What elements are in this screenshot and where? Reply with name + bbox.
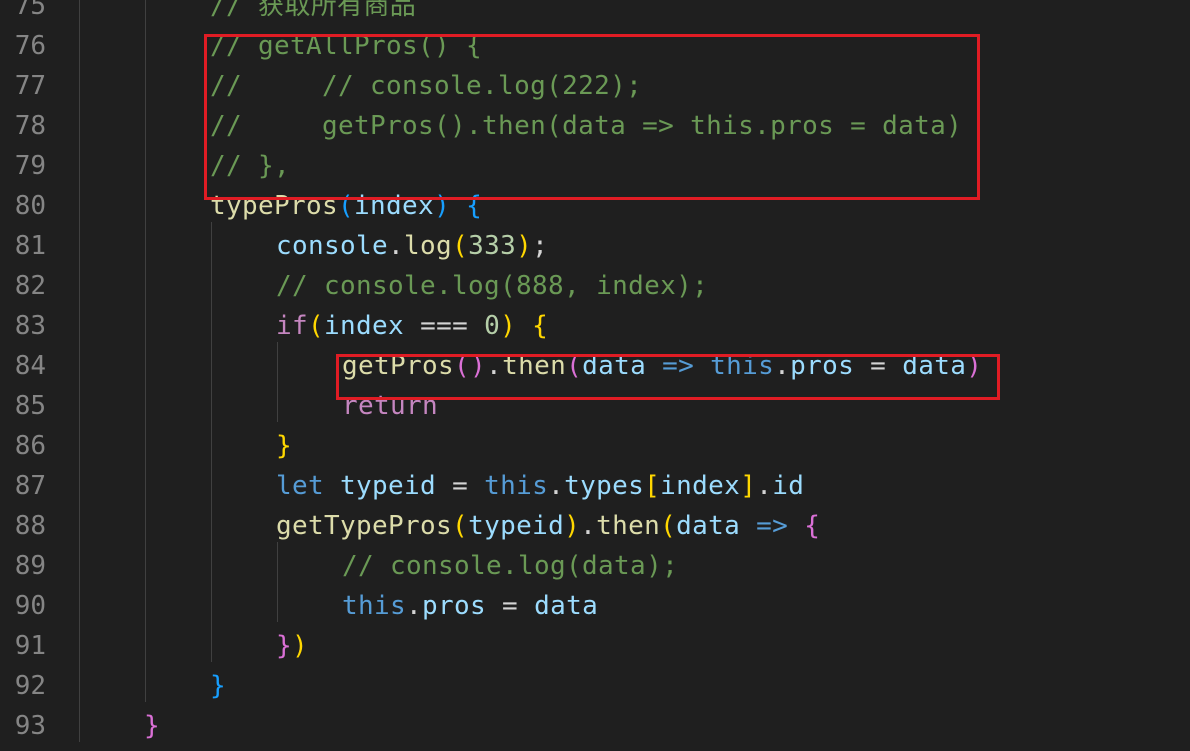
token-op: = [486,591,535,621]
line-number[interactable]: 80 [0,186,46,226]
token-func: then [596,511,661,541]
token-op: = [436,471,485,501]
line-number[interactable]: 81 [0,226,46,266]
line-number[interactable]: 76 [0,26,46,66]
token-var: index [324,311,405,341]
line-number[interactable]: 90 [0,586,46,626]
token-func: log [404,231,453,261]
token-punct: . [406,591,423,621]
token-b1: ) [516,231,533,261]
token-b1: { [532,311,549,341]
line-code[interactable]: // console.log(data); [342,546,678,586]
token-b1: ) [564,511,581,541]
token-func: getTypePros [276,511,453,541]
code-line-82[interactable]: 82 // console.log(888, index); [0,266,1190,306]
code-editor[interactable]: 75// 获取所有商品 76// getAllPros() {77// // co… [0,0,1190,751]
token-comment: // console.log(data); [342,551,679,581]
token-var: data [534,591,599,621]
token-b1: ( [660,511,677,541]
token-b2: } [276,631,293,661]
code-line-86[interactable]: 86} [0,426,1190,466]
line-code[interactable]: } [276,426,292,466]
highlight-box-2 [336,354,1000,400]
line-number[interactable]: 83 [0,306,46,346]
highlight-box-1 [204,34,980,200]
line-number[interactable]: 78 [0,106,46,146]
line-code[interactable]: let typeid = this.types[index].id [276,466,804,506]
token-b1: ) [292,631,309,661]
token-this: this [342,591,407,621]
line-number[interactable]: 75 [0,0,46,26]
code-line-90[interactable]: 90 this.pros = data [0,586,1190,626]
line-code[interactable]: } [210,666,226,706]
code-line-81[interactable]: 81 console.log(333); [0,226,1190,266]
token-var: index [660,471,741,501]
code-line-88[interactable]: 88 getTypePros(typeid).then(data => { [0,506,1190,546]
token-var: console [276,231,389,261]
token-keyword: if [276,311,309,341]
token-prop: pros [422,591,487,621]
token-param: data [676,511,741,541]
line-number[interactable]: 93 [0,706,46,746]
token-b2: { [804,511,821,541]
line-number[interactable]: 82 [0,266,46,306]
token-b1: ) [500,311,517,341]
line-code[interactable]: }) [276,626,308,666]
token-b1: ] [740,471,757,501]
token-b1: ( [452,231,469,261]
line-code[interactable]: getTypePros(typeid).then(data => { [276,506,820,546]
token-punct [324,471,340,501]
token-var: typeid [340,471,437,501]
line-number[interactable]: 85 [0,386,46,426]
token-comment: // 获取所有商品 [210,0,417,21]
token-comment: // console.log(888, index); [276,271,709,301]
token-number: 0 [484,311,501,341]
token-punct [516,311,532,341]
token-this: this [484,471,549,501]
token-number: 333 [468,231,517,261]
code-line-93[interactable]: 93} [0,706,1190,746]
code-line-92[interactable]: 92} [0,666,1190,706]
token-b1: [ [644,471,661,501]
token-op: === [404,311,485,341]
line-number[interactable]: 79 [0,146,46,186]
line-code[interactable]: if(index === 0) { [276,306,548,346]
code-line-83[interactable]: 83 if(index === 0) { [0,306,1190,346]
token-b3: } [210,671,227,701]
token-prop: types [564,471,645,501]
line-number[interactable]: 87 [0,466,46,506]
line-number[interactable]: 92 [0,666,46,706]
line-code[interactable]: console.log(333); [276,226,548,266]
token-punct: . [388,231,405,261]
line-number[interactable]: 89 [0,546,46,586]
token-var: typeid [468,511,565,541]
token-punct: . [580,511,597,541]
token-b2: } [144,711,161,741]
token-punct: . [756,471,773,501]
code-line-91[interactable]: 91}) [0,626,1190,666]
token-b1: ( [452,511,469,541]
code-line-87[interactable]: 87 let typeid = this.types[index].id [0,466,1190,506]
line-number[interactable]: 84 [0,346,46,386]
line-code[interactable]: // console.log(888, index); [276,266,708,306]
token-b1: } [276,431,293,461]
line-number[interactable]: 86 [0,426,46,466]
token-b1: ( [308,311,325,341]
line-number[interactable]: 77 [0,66,46,106]
token-arrow: => [740,511,805,541]
line-code[interactable]: } [144,706,160,746]
line-number[interactable]: 88 [0,506,46,546]
line-code[interactable]: // 获取所有商品 [210,0,416,26]
code-line-75[interactable]: 75 // 获取所有商品 [0,0,1190,26]
token-punct: . [548,471,565,501]
code-line-89[interactable]: 89 // console.log(data); [0,546,1190,586]
line-code[interactable]: this.pros = data [342,586,598,626]
line-number[interactable]: 91 [0,626,46,666]
token-prop: id [772,471,805,501]
token-let: let [276,471,325,501]
token-punct: ; [532,231,549,261]
